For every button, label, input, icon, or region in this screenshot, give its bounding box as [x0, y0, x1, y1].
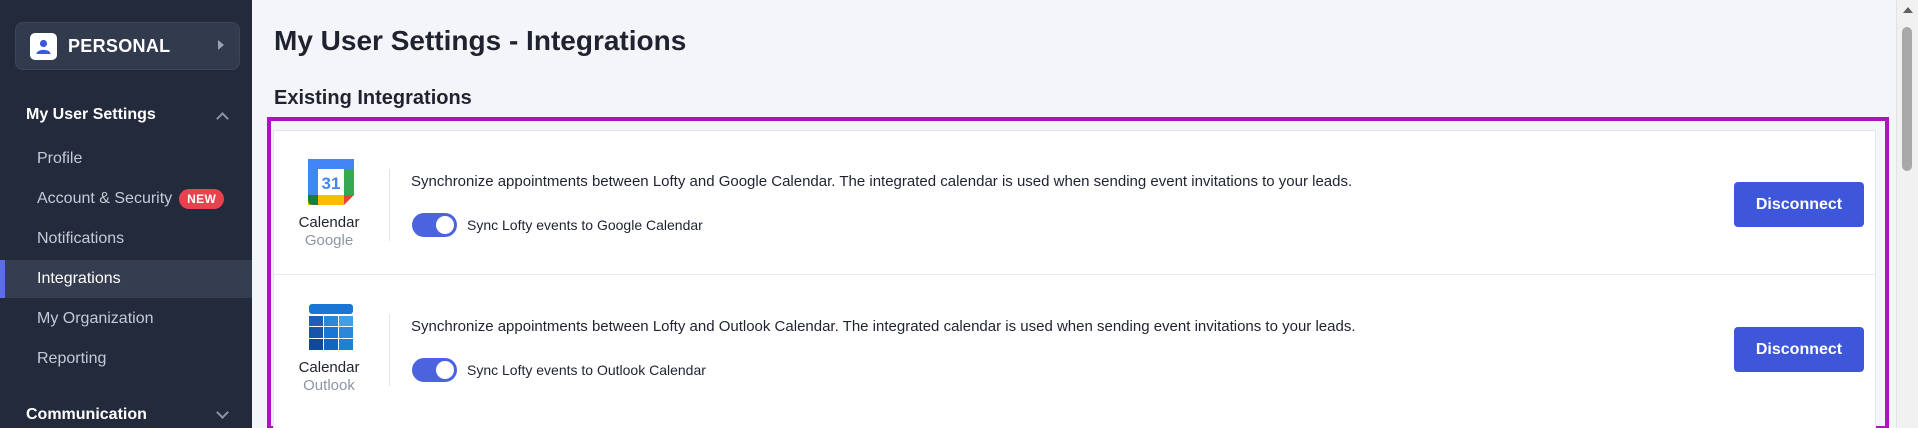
integration-name: Calendar — [298, 359, 360, 376]
sidebar-item-my-organization[interactable]: My Organization — [0, 300, 252, 338]
workspace-switcher[interactable]: PERSONAL — [15, 22, 240, 70]
workspace-name: PERSONAL — [68, 35, 171, 56]
section-title: Existing Integrations — [274, 87, 472, 109]
sidebar-item-label: My Organization — [37, 310, 154, 327]
sync-google-toggle[interactable] — [412, 213, 457, 237]
toggle-label: Sync Lofty events to Outlook Calendar — [467, 362, 706, 378]
calendar-day-number: 31 — [322, 174, 341, 193]
integration-name: Calendar — [298, 214, 360, 231]
scrollbar-thumb[interactable] — [1902, 27, 1912, 171]
sidebar-item-label: Account & Security — [37, 190, 173, 207]
integration-description: Synchronize appointments between Lofty a… — [411, 318, 1356, 335]
divider — [389, 314, 390, 386]
toggle-knob — [436, 216, 454, 234]
sync-outlook-toggle[interactable] — [412, 358, 457, 382]
sidebar-item-integrations[interactable]: Integrations — [0, 260, 252, 298]
sidebar-item-notifications[interactable]: Notifications — [0, 220, 252, 258]
section-communication[interactable]: Communication — [26, 406, 147, 424]
chevron-down-icon[interactable] — [216, 406, 229, 419]
sidebar-item-account-security[interactable]: Account & Security NEW — [0, 180, 252, 218]
sidebar-item-label: Reporting — [37, 350, 107, 367]
sidebar-item-label: Profile — [37, 150, 83, 167]
integrations-card: 31 Calendar Google Synchronize appointme… — [273, 130, 1876, 428]
integration-description: Synchronize appointments between Lofty a… — [411, 173, 1353, 190]
scroll-up-arrow-icon[interactable] — [1903, 7, 1913, 13]
sidebar: PERSONAL My User Settings Profile Accoun… — [0, 0, 252, 428]
integration-provider: Outlook — [303, 377, 355, 394]
page-title: My User Settings - Integrations — [274, 25, 687, 56]
sidebar-item-label: Integrations — [37, 270, 121, 287]
integration-row-outlook: Calendar Outlook Synchronize appointment… — [274, 276, 1875, 420]
disconnect-outlook-button[interactable]: Disconnect — [1734, 327, 1864, 372]
disconnect-google-button[interactable]: Disconnect — [1734, 182, 1864, 227]
caret-right-icon — [218, 40, 224, 50]
divider — [389, 169, 390, 241]
sidebar-item-reporting[interactable]: Reporting — [0, 340, 252, 378]
integration-row-google: 31 Calendar Google Synchronize appointme… — [274, 131, 1875, 275]
sidebar-item-profile[interactable]: Profile — [0, 140, 252, 178]
main-content: My User Settings - Integrations Existing… — [252, 0, 1896, 428]
toggle-knob — [436, 361, 454, 379]
outlook-calendar-icon — [308, 304, 354, 350]
sidebar-item-label: Notifications — [37, 230, 125, 247]
chevron-up-icon[interactable] — [216, 112, 229, 125]
google-calendar-icon: 31 — [308, 159, 354, 205]
section-my-user-settings[interactable]: My User Settings — [26, 106, 156, 124]
toggle-label: Sync Lofty events to Google Calendar — [467, 217, 703, 233]
integration-provider: Google — [304, 232, 354, 249]
person-icon — [30, 32, 57, 60]
scrollbar[interactable] — [1896, 0, 1918, 428]
new-badge: NEW — [179, 189, 225, 209]
